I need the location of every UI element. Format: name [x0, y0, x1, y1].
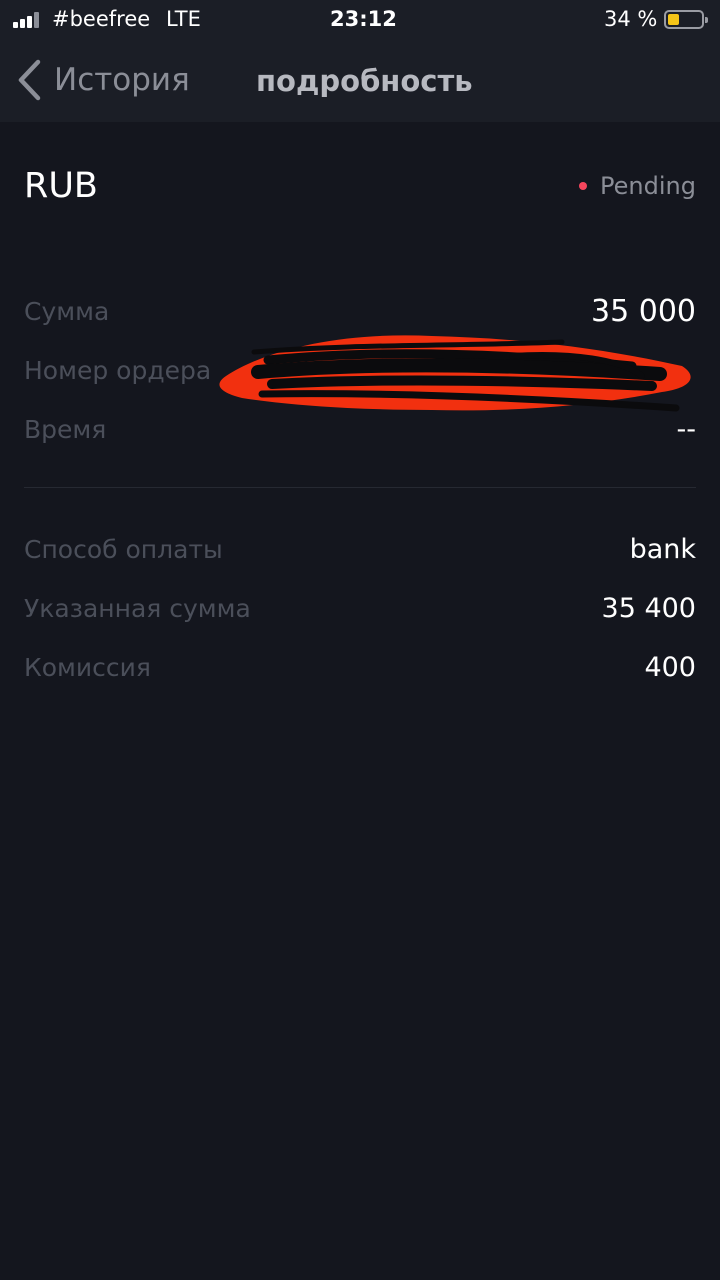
chevron-left-icon	[18, 59, 41, 101]
time-label: Время	[24, 414, 107, 444]
section-divider	[24, 487, 696, 488]
payment-method-label: Способ оплаты	[24, 534, 223, 564]
commission-label: Комиссия	[24, 652, 151, 682]
stated-amount-value: 35 400	[601, 592, 696, 624]
network-type: LTE	[166, 7, 201, 31]
redaction-scribble	[219, 335, 691, 412]
carrier-name: #beefree	[52, 7, 151, 31]
payment-row-commission: Комиссия 400	[24, 647, 696, 687]
payment-row-method: Способ оплаты bank	[24, 529, 696, 569]
order-number-label: Номер ордера	[24, 355, 212, 385]
status-dot-icon	[579, 182, 588, 190]
battery-percent: 34 %	[604, 7, 658, 31]
status-label: Pending	[600, 172, 696, 200]
battery-icon	[664, 10, 708, 29]
stated-amount-label: Указанная сумма	[24, 593, 251, 623]
amount-value: 35 000	[591, 293, 696, 329]
detail-row-amount: Сумма 35 000	[24, 291, 696, 331]
payment-row-stated-amount: Указанная сумма 35 400	[24, 588, 696, 628]
back-button[interactable]: История	[16, 56, 190, 104]
back-button-label: История	[54, 62, 190, 98]
navigation-bar: История подробность	[0, 40, 720, 122]
battery-level-fill	[668, 14, 679, 25]
amount-label: Сумма	[24, 296, 110, 326]
status-badge: Pending	[579, 172, 696, 200]
currency-code: RUB	[24, 166, 98, 206]
payment-method-value: bank	[629, 533, 696, 565]
page-title: подробность	[256, 64, 473, 98]
commission-value: 400	[644, 651, 696, 683]
signal-strength-icon	[13, 12, 45, 28]
status-bar: #beefree LTE 23:12 34 %	[0, 0, 720, 40]
status-time: 23:12	[330, 7, 397, 31]
